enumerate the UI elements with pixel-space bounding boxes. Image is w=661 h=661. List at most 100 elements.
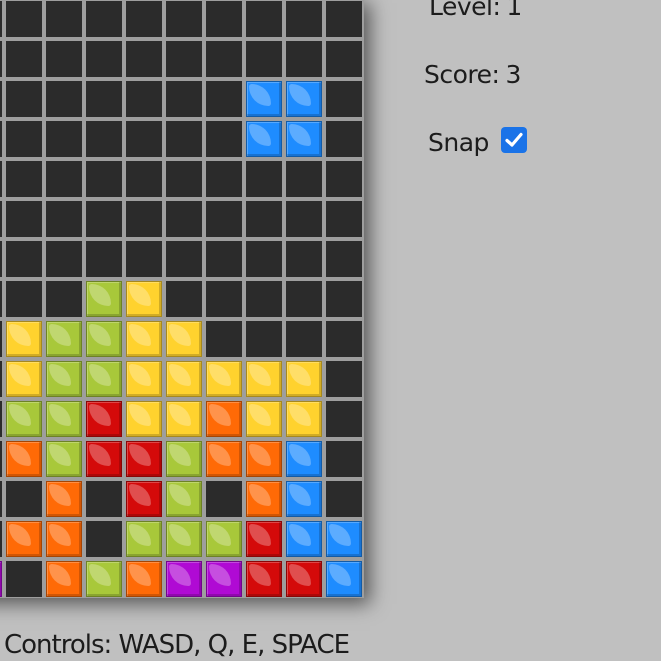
yellow-block (286, 361, 322, 397)
orange-block (46, 481, 82, 517)
empty-cell (0, 321, 2, 357)
blue-block (246, 81, 282, 117)
yellow-block (246, 361, 282, 397)
empty-cell (0, 81, 2, 117)
empty-cell (206, 161, 242, 197)
empty-cell (0, 401, 2, 437)
orange-block (206, 401, 242, 437)
empty-cell (0, 281, 2, 317)
red-block (126, 441, 162, 477)
empty-cell (166, 241, 202, 277)
empty-cell (246, 41, 282, 77)
level-label: Level: (429, 0, 501, 21)
checkmark-icon (505, 132, 523, 147)
purple-block (206, 561, 242, 597)
empty-cell (6, 1, 42, 37)
empty-cell (0, 361, 2, 397)
empty-cell (6, 281, 42, 317)
yellow-block (206, 361, 242, 397)
green-block (86, 561, 122, 597)
blue-block (286, 481, 322, 517)
green-block (86, 321, 122, 357)
empty-cell (86, 81, 122, 117)
snap-label: Snap (428, 128, 489, 157)
level-display: Level: 1 (429, 0, 522, 21)
empty-cell (326, 121, 362, 157)
empty-cell (0, 41, 2, 77)
yellow-block (126, 401, 162, 437)
empty-cell (6, 121, 42, 157)
empty-cell (126, 201, 162, 237)
orange-block (6, 441, 42, 477)
green-block (46, 321, 82, 357)
red-block (286, 561, 322, 597)
empty-cell (0, 521, 2, 557)
empty-cell (46, 281, 82, 317)
green-block (46, 361, 82, 397)
green-block (166, 441, 202, 477)
score-label: Score: (424, 60, 500, 89)
level-value: 1 (506, 0, 522, 21)
empty-cell (126, 41, 162, 77)
yellow-block (6, 361, 42, 397)
empty-cell (206, 281, 242, 317)
empty-cell (286, 241, 322, 277)
empty-cell (126, 121, 162, 157)
empty-cell (326, 241, 362, 277)
empty-cell (6, 241, 42, 277)
empty-cell (246, 161, 282, 197)
empty-cell (86, 521, 122, 557)
empty-cell (326, 441, 362, 477)
empty-cell (46, 201, 82, 237)
score-value: 3 (505, 60, 521, 89)
green-block (6, 401, 42, 437)
empty-cell (246, 1, 282, 37)
empty-cell (206, 121, 242, 157)
empty-cell (246, 241, 282, 277)
empty-cell (6, 161, 42, 197)
orange-block (126, 561, 162, 597)
empty-cell (286, 1, 322, 37)
empty-cell (0, 201, 2, 237)
green-block (46, 401, 82, 437)
empty-cell (86, 1, 122, 37)
red-block (86, 441, 122, 477)
empty-cell (326, 321, 362, 357)
empty-cell (246, 201, 282, 237)
empty-cell (0, 441, 2, 477)
empty-cell (166, 81, 202, 117)
blue-block (246, 121, 282, 157)
empty-cell (166, 161, 202, 197)
empty-cell (246, 281, 282, 317)
empty-cell (6, 201, 42, 237)
empty-cell (166, 1, 202, 37)
empty-cell (0, 161, 2, 197)
orange-block (246, 441, 282, 477)
empty-cell (46, 41, 82, 77)
empty-cell (86, 41, 122, 77)
empty-cell (286, 281, 322, 317)
green-block (86, 361, 122, 397)
empty-cell (326, 361, 362, 397)
game-board (0, 0, 364, 598)
green-block (126, 521, 162, 557)
yellow-block (126, 361, 162, 397)
empty-cell (206, 321, 242, 357)
snap-toggle-row[interactable]: Snap (428, 126, 527, 157)
purple-block (166, 561, 202, 597)
yellow-block (246, 401, 282, 437)
orange-block (246, 481, 282, 517)
empty-cell (166, 121, 202, 157)
yellow-block (286, 401, 322, 437)
empty-cell (6, 561, 42, 597)
empty-cell (286, 201, 322, 237)
empty-cell (46, 81, 82, 117)
green-block (86, 281, 122, 317)
empty-cell (166, 41, 202, 77)
red-block (246, 521, 282, 557)
empty-cell (86, 121, 122, 157)
empty-cell (86, 241, 122, 277)
snap-checkbox[interactable] (500, 126, 527, 153)
green-block (46, 441, 82, 477)
empty-cell (286, 41, 322, 77)
